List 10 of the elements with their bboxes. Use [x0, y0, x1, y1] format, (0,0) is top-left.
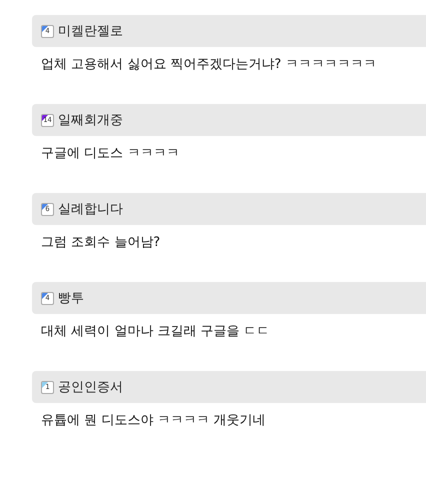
comment-text: 대체 세력이 얼마나 크길래 구글을 ㄷㄷ	[40, 323, 271, 341]
comment-text: 그럼 조회수 늘어남?	[40, 234, 162, 252]
author-name: 공인인증서	[58, 379, 123, 396]
comment-text: 업체 고용해서 싫어요 찍어주겠다는거냐? ㅋㅋㅋㅋㅋㅋㅋ	[40, 56, 378, 74]
author-name: 일째회개중	[58, 112, 123, 129]
author-name: 미켈란젤로	[58, 23, 123, 40]
author-name: 실례합니다	[58, 201, 123, 218]
author-name: 빵투	[58, 290, 84, 307]
comment-text: 유튭에 뭔 디도스야 ㅋㅋㅋㅋ 개웃기네	[40, 412, 267, 430]
comment-text: 구글에 디도스 ㅋㅋㅋㅋ	[40, 145, 180, 163]
